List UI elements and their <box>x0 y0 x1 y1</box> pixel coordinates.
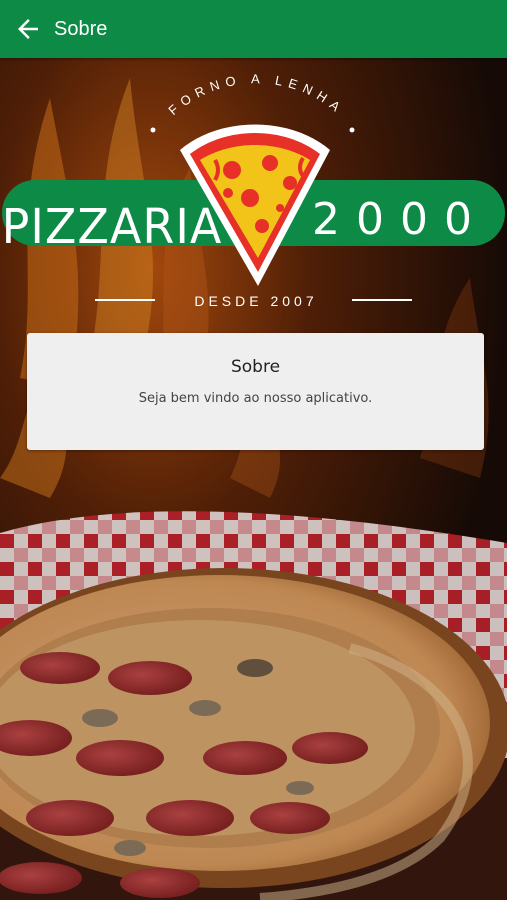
logo-bottom-text: DESDE 2007 <box>194 293 317 309</box>
card-text: Seja bem vindo ao nosso aplicativo. <box>138 391 373 406</box>
logo-top-text: FORNO A LENHA <box>165 71 347 118</box>
app-bar: Sobre <box>0 0 507 58</box>
logo-right-word: 2000 <box>312 194 488 245</box>
card-title: Sobre <box>230 357 281 377</box>
logo-left-word: PIZZARIA <box>2 199 223 255</box>
arrow-left-icon <box>18 19 38 39</box>
pizzeria-logo: FORNO A LENHA PIZZARIA 2000 DESDE 2007 <box>0 58 507 328</box>
back-button[interactable] <box>6 0 50 58</box>
about-card: Sobre Seja bem vindo ao nosso aplicativo… <box>27 333 484 450</box>
page-title: Sobre <box>54 17 108 40</box>
